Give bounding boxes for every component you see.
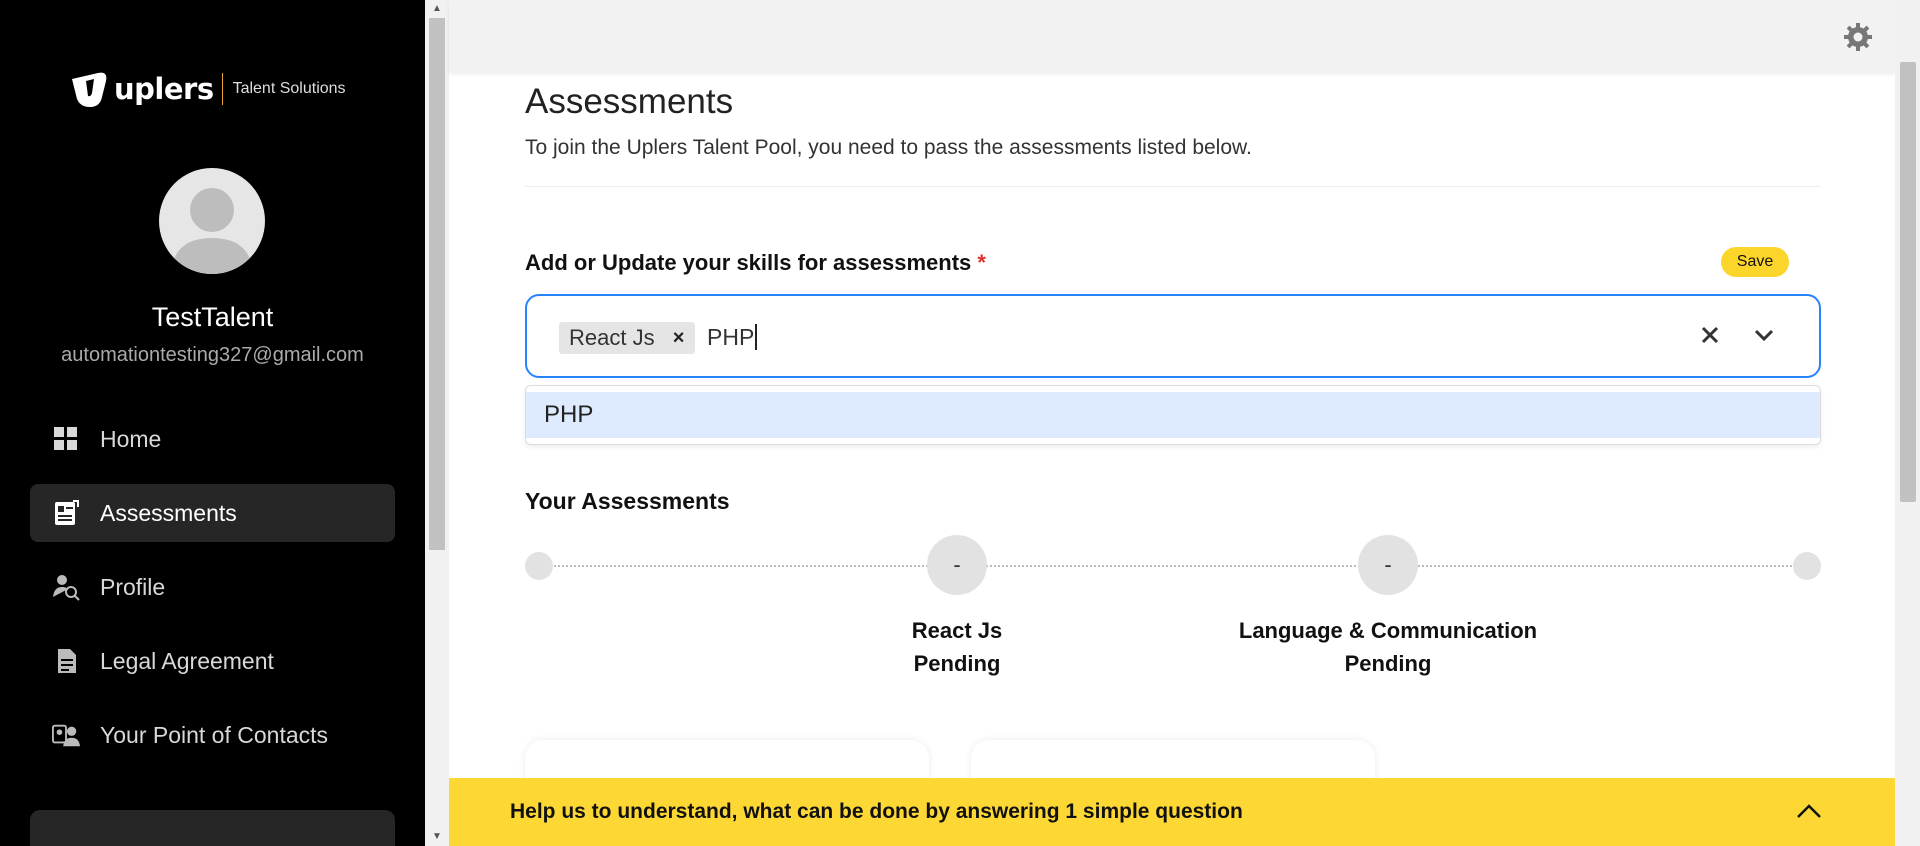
assessment-status: Pending: [913, 651, 1001, 676]
sidebar-item-label: Assessments: [100, 499, 237, 526]
assessment-name: React Js: [911, 618, 1003, 643]
contacts-icon: [52, 721, 80, 749]
user-name: TestTalent: [151, 302, 274, 332]
sidebar: uplers Talent Solutions TestTalent autom…: [0, 0, 425, 846]
assessment-name: Language & Communication: [1238, 618, 1538, 643]
gear-icon[interactable]: [1843, 22, 1873, 52]
assessment-timeline: - -: [525, 535, 1821, 595]
user-silhouette-icon: [171, 188, 253, 274]
sidebar-bottom-panel[interactable]: [30, 810, 395, 846]
sidebar-item-label: Home: [100, 425, 162, 452]
chevron-down-icon[interactable]: [1753, 324, 1775, 346]
chip-remove-icon[interactable]: ×: [669, 327, 689, 350]
text-caret: [755, 324, 758, 350]
sidebar-nav: Home Assessments Profile Legal Agreement…: [30, 410, 395, 780]
divider: [525, 186, 1821, 187]
page-title: Assessments: [525, 82, 734, 121]
timeline-start-dot: [525, 552, 553, 580]
profile-search-icon: [52, 573, 80, 601]
timeline-line: [539, 565, 1807, 567]
skills-dropdown-menu: PHP: [525, 385, 1821, 445]
your-assessments-heading: Your Assessments: [525, 488, 730, 514]
top-bar: [449, 0, 1895, 72]
sidebar-item-label: Profile: [100, 573, 166, 600]
sidebar-item-legal-agreement[interactable]: Legal Agreement: [30, 632, 395, 690]
sidebar-scrollbar[interactable]: ▲ ▼: [425, 0, 449, 846]
skills-input-value: PHP: [707, 323, 755, 350]
brand-separator: [221, 73, 223, 105]
sidebar-item-label: Legal Agreement: [100, 647, 274, 674]
scrollbar-thumb[interactable]: [1900, 62, 1916, 502]
brand-logo[interactable]: uplers Talent Solutions: [68, 66, 346, 112]
skill-chip-label: React Js: [569, 325, 655, 350]
sidebar-item-home[interactable]: Home: [30, 410, 395, 468]
sidebar-item-label: Your Point of Contacts: [100, 721, 329, 748]
scrollbar-thumb[interactable]: [429, 18, 445, 550]
uplers-logo-icon: [72, 72, 107, 107]
sidebar-item-profile[interactable]: Profile: [30, 558, 395, 616]
feedback-banner-text: Help us to understand, what can be done …: [510, 800, 1243, 823]
assessment-label-language-communication: Language & Communication Pending: [1208, 614, 1568, 680]
grid-icon: [52, 425, 80, 453]
sidebar-item-point-of-contacts[interactable]: Your Point of Contacts: [30, 706, 395, 764]
skills-label: Add or Update your skills for assessment…: [525, 250, 986, 276]
save-button[interactable]: Save: [1721, 247, 1789, 277]
scroll-up-arrow-icon[interactable]: ▲: [425, 0, 449, 18]
timeline-node-react-js[interactable]: -: [927, 535, 987, 595]
avatar[interactable]: [159, 168, 265, 274]
dropdown-option-php[interactable]: PHP: [526, 392, 1820, 438]
skill-chip: React Js ×: [559, 322, 695, 354]
assessment-status: Pending: [1344, 651, 1432, 676]
timeline-node-language-communication[interactable]: -: [1358, 535, 1418, 595]
brand-tagline: Talent Solutions: [232, 80, 346, 97]
skills-label-text: Add or Update your skills for assessment…: [525, 250, 972, 275]
scroll-down-arrow-icon[interactable]: ▼: [425, 828, 449, 846]
required-mark: *: [977, 250, 986, 275]
feedback-banner[interactable]: Help us to understand, what can be done …: [449, 778, 1895, 846]
brand-name: uplers: [114, 72, 214, 106]
assessment-label-react-js: React Js Pending: [777, 614, 1137, 680]
user-email: automationtesting327@gmail.com: [61, 344, 364, 366]
clear-icon[interactable]: [1699, 324, 1721, 346]
assessment-icon: [52, 499, 80, 527]
main-scrollbar[interactable]: [1895, 0, 1920, 846]
sidebar-item-assessments[interactable]: Assessments: [30, 484, 395, 542]
skills-search-input[interactable]: PHP: [707, 320, 758, 354]
page-subtitle: To join the Uplers Talent Pool, you need…: [525, 136, 1252, 159]
timeline-end-dot: [1793, 552, 1821, 580]
skills-multiselect[interactable]: React Js × PHP: [525, 294, 1821, 378]
chevron-up-icon[interactable]: [1793, 796, 1825, 828]
document-icon: [52, 647, 80, 675]
